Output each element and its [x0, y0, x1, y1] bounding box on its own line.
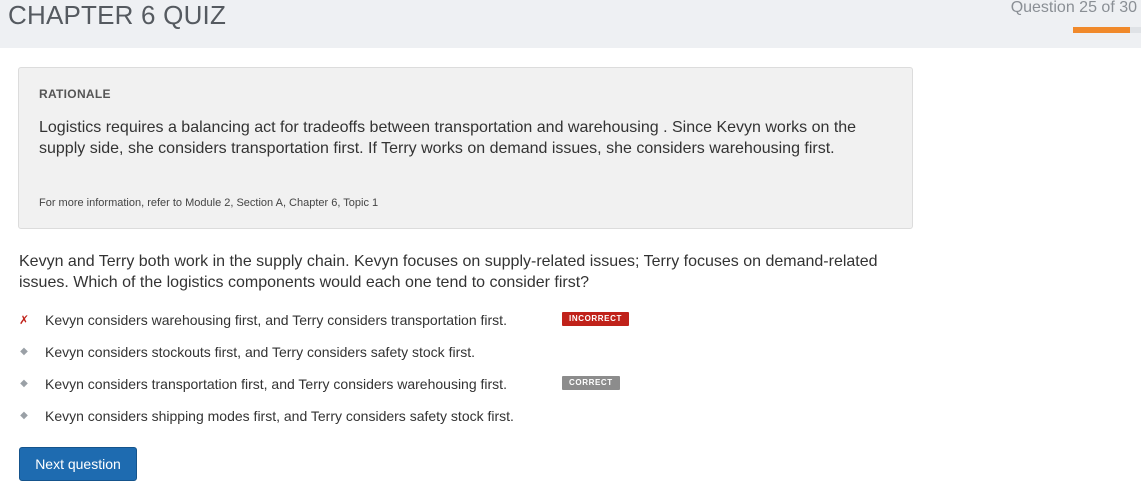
answer-option: ◆ Kevyn considers shipping modes first, …	[18, 406, 718, 438]
next-question-button[interactable]: Next question	[19, 447, 137, 481]
quiz-header: CHAPTER 6 QUIZ Question 25 of 30	[0, 0, 1141, 48]
progress-bar	[1073, 27, 1141, 33]
rationale-heading: RATIONALE	[39, 87, 111, 101]
diamond-bullet-icon: ◆	[20, 346, 28, 357]
answer-option: ✗ Kevyn considers warehousing first, and…	[18, 310, 718, 342]
progress-fill	[1073, 27, 1130, 33]
diamond-bullet-icon: ◆	[20, 410, 28, 421]
answer-option-text: Kevyn considers transportation first, an…	[45, 376, 507, 392]
answer-options: ✗ Kevyn considers warehousing first, and…	[18, 310, 718, 438]
x-mark-icon: ✗	[18, 313, 30, 327]
answer-option-text: Kevyn considers warehousing first, and T…	[45, 312, 507, 328]
rationale-text: Logistics requires a balancing act for t…	[39, 119, 857, 157]
answer-option-text: Kevyn considers shipping modes first, an…	[45, 408, 514, 424]
question-text: Kevyn and Terry both work in the supply …	[19, 253, 878, 291]
correct-badge: CORRECT	[562, 376, 620, 390]
answer-option-text: Kevyn considers stockouts first, and Ter…	[45, 344, 476, 360]
answer-option: ◆ Kevyn considers transportation first, …	[18, 374, 718, 406]
diamond-bullet-icon: ◆	[20, 378, 28, 389]
rationale-panel: RATIONALE Logistics requires a balancing…	[18, 67, 913, 229]
answer-option: ◆ Kevyn considers stockouts first, and T…	[18, 342, 718, 374]
quiz-title: CHAPTER 6 QUIZ	[8, 0, 227, 30]
question-counter: Question 25 of 30	[1010, 0, 1137, 16]
incorrect-badge: INCORRECT	[562, 312, 629, 326]
rationale-reference: For more information, refer to Module 2,…	[39, 197, 379, 209]
